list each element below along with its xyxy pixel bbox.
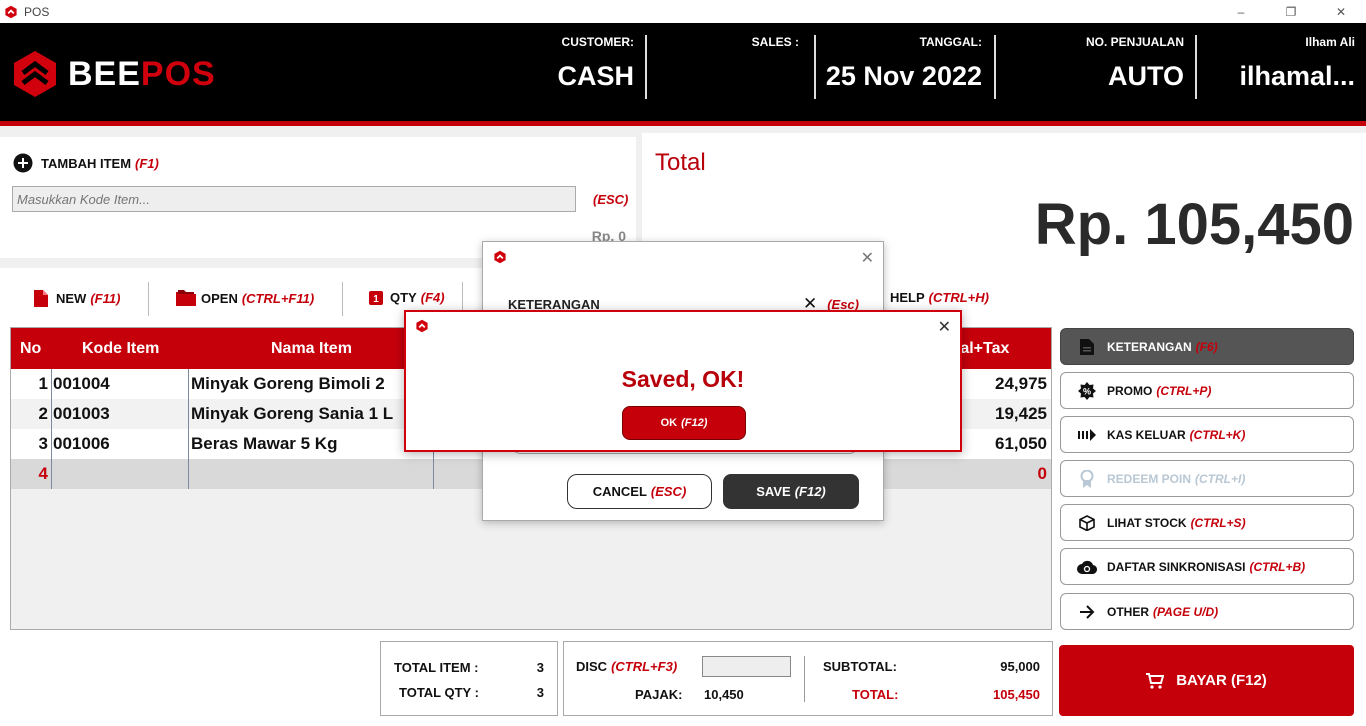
open-button[interactable]: OPEN (CTRL+F11) <box>176 290 314 306</box>
esc-hint: (ESC) <box>593 192 629 207</box>
window-title: POS <box>24 4 50 19</box>
minimize-button[interactable]: – <box>1216 0 1266 23</box>
beepos-logo: BEEPOS <box>12 49 216 99</box>
redeem-poin-button[interactable]: REDEEM POIN (CTRL+I) <box>1060 460 1354 497</box>
award-icon <box>1077 469 1097 489</box>
cart-icon <box>1146 672 1165 689</box>
saved-dialog: ✕ Saved, OK! OK (F12) <box>404 310 962 452</box>
disc-label: DISC (CTRL+F3) <box>576 659 678 674</box>
toolbar-divider <box>148 282 149 316</box>
saved-message: Saved, OK! <box>621 366 745 392</box>
summary-divider <box>804 656 805 702</box>
user-field[interactable]: Ilham Ali ilhamal... <box>1210 35 1355 101</box>
ok-button[interactable]: OK (F12) <box>622 406 746 440</box>
cash-out-icon <box>1077 425 1097 445</box>
lihat-stock-button[interactable]: LIHAT STOCK (CTRL+S) <box>1060 504 1354 541</box>
restore-button[interactable]: ❐ <box>1266 0 1316 23</box>
document-icon <box>1077 337 1097 357</box>
svg-text:1: 1 <box>373 294 379 305</box>
add-item-heading[interactable]: TAMBAH ITEM (F1) <box>13 153 159 173</box>
sale-number-field[interactable]: NO. PENJUALAN AUTO <box>1010 35 1184 101</box>
column-divider <box>51 369 52 489</box>
arrow-right-icon <box>1077 602 1097 622</box>
column-name[interactable]: Nama Item <box>271 340 352 358</box>
kas-keluar-button[interactable]: KAS KELUAR (CTRL+K) <box>1060 416 1354 453</box>
quantity-summary: TOTAL ITEM : 3 TOTAL QTY : 3 <box>380 641 558 716</box>
plus-circle-icon <box>13 153 33 173</box>
logo-text: BEEPOS <box>68 54 216 93</box>
help-button[interactable]: HELP (CTRL+H) <box>890 290 989 305</box>
sales-field[interactable]: SALES : <box>660 35 799 101</box>
dialog-logo-icon <box>494 250 506 264</box>
total-label: Total <box>655 149 706 176</box>
promo-button[interactable]: % PROMO (CTRL+P) <box>1060 372 1354 409</box>
column-divider <box>188 369 189 489</box>
price-summary: DISC (CTRL+F3) PAJAK: 10,450 SUBTOTAL: 95… <box>563 641 1053 716</box>
close-window-button[interactable]: ✕ <box>1316 0 1366 23</box>
new-button[interactable]: NEW (F11) <box>34 290 120 307</box>
box-icon <box>1077 513 1097 533</box>
header-divider <box>1195 35 1197 99</box>
close-icon[interactable]: ✕ <box>938 317 951 337</box>
disc-input[interactable] <box>702 656 791 677</box>
new-file-icon <box>34 290 48 307</box>
cancel-button[interactable]: CANCEL (ESC) <box>567 474 712 509</box>
window-titlebar: POS – ❐ ✕ <box>0 0 1366 23</box>
other-button[interactable]: OTHER (PAGE U/D) <box>1060 593 1354 630</box>
keterangan-button[interactable]: KETERANGAN (F6) <box>1060 328 1354 365</box>
svg-text:%: % <box>1083 386 1091 396</box>
toolbar-divider <box>342 282 343 316</box>
date-field[interactable]: TANGGAL: 25 Nov 2022 <box>825 35 982 101</box>
column-total-tax[interactable]: tal+Tax <box>955 340 1009 358</box>
header-divider <box>645 35 647 99</box>
bayar-button[interactable]: BAYAR (F12) <box>1059 645 1354 716</box>
cloud-sync-icon <box>1077 557 1097 577</box>
column-no[interactable]: No <box>20 340 41 358</box>
header-divider <box>814 35 816 99</box>
add-item-panel: TAMBAH ITEM(F1) (ESC) Rp. 0 <box>0 137 636 258</box>
beepos-app-icon <box>5 5 17 18</box>
badge-percent-icon: % <box>1077 381 1097 401</box>
beepos-logo-icon <box>14 51 56 97</box>
qty-button[interactable]: 1 QTY (F4) <box>369 290 445 305</box>
dialog-logo-icon <box>416 319 428 333</box>
column-code[interactable]: Kode Item <box>82 340 159 358</box>
close-icon[interactable]: ✕ <box>861 248 874 268</box>
header-divider <box>994 35 996 99</box>
item-code-input[interactable] <box>12 186 576 212</box>
daftar-sinkronisasi-button[interactable]: DAFTAR SINKRONISASI (CTRL+B) <box>1060 548 1354 585</box>
total-value: Rp. 105,450 <box>1034 192 1354 257</box>
customer-field[interactable]: CUSTOMER: CASH <box>540 35 634 101</box>
save-button[interactable]: SAVE (F12) <box>723 474 859 509</box>
folder-icon <box>176 290 196 306</box>
header-bar: BEEPOS CUSTOMER: CASH SALES : TANGGAL: 2… <box>0 23 1366 121</box>
qty-one-icon: 1 <box>369 290 383 305</box>
